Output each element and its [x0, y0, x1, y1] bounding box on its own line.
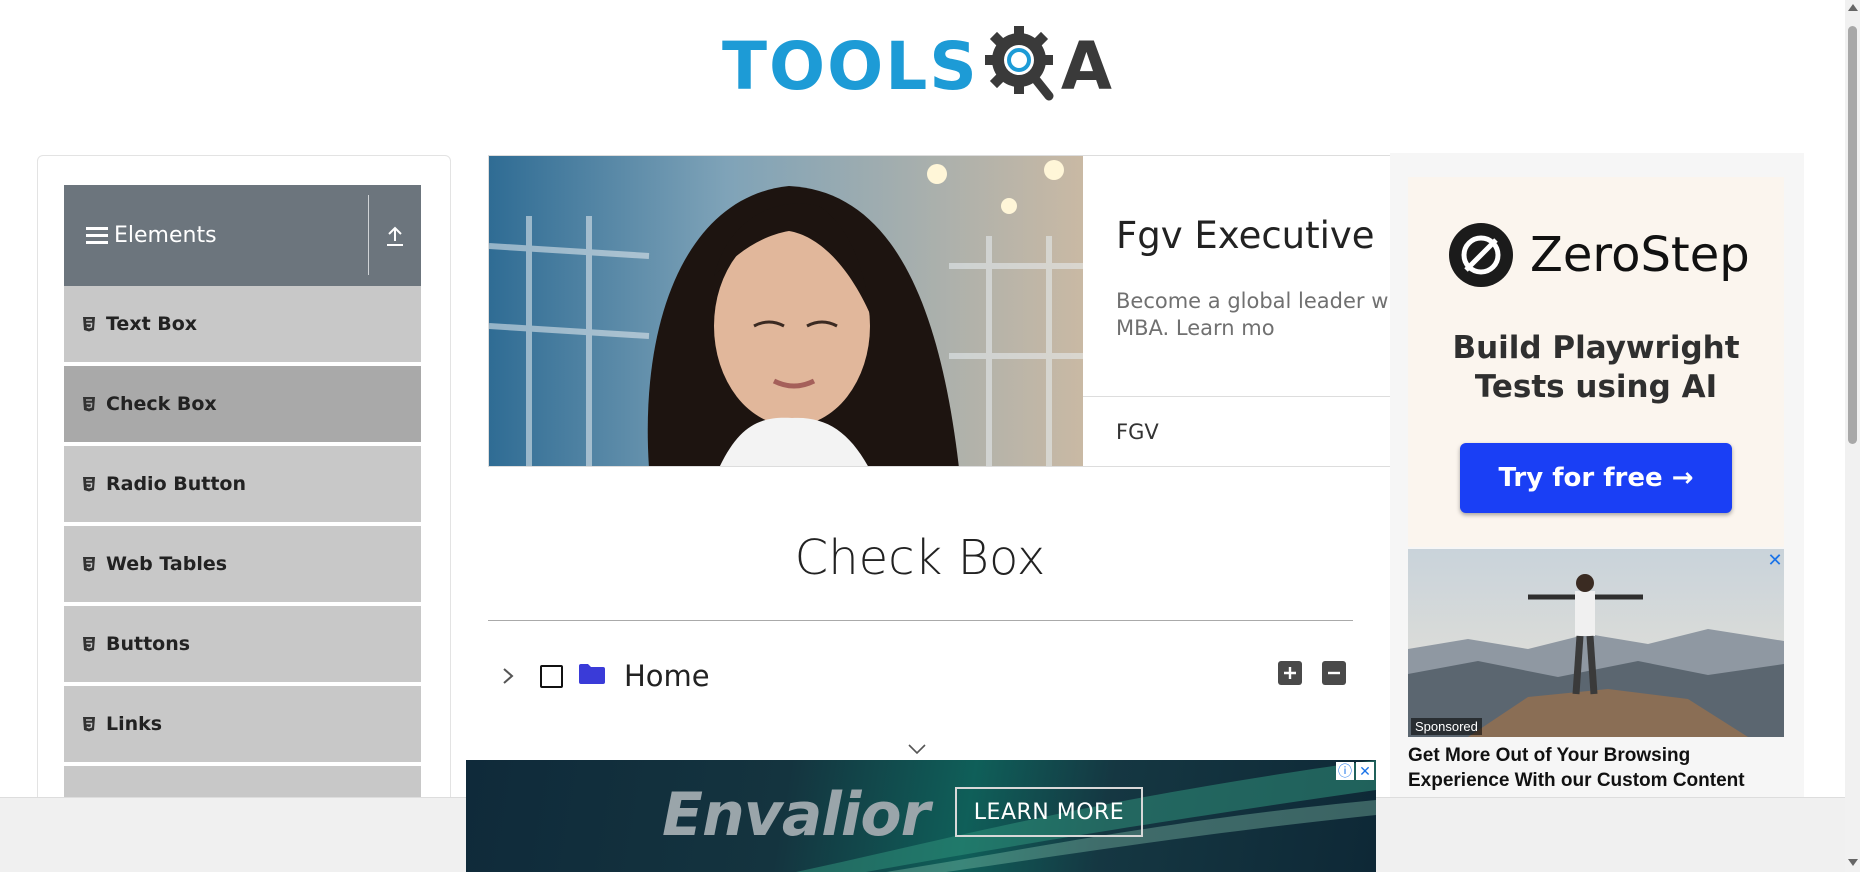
html5-icon [82, 316, 96, 332]
sponsored-image[interactable]: Sponsored [1408, 549, 1784, 737]
ad-tagline: Build Playwright Tests using AI [1452, 330, 1740, 405]
chevron-down-icon[interactable] [907, 742, 927, 760]
sidebar-item-buttons[interactable]: Buttons [64, 606, 421, 684]
ad-headline: Fgv Executive M [1116, 214, 1419, 257]
scroll-thumb[interactable] [1848, 26, 1857, 444]
html5-icon [82, 556, 96, 572]
home-checkbox[interactable] [540, 664, 563, 688]
hamburger-icon [86, 227, 108, 244]
ad-choices[interactable]: ⓘ ✕ [1336, 762, 1374, 780]
scroll-up-arrow-icon[interactable] [1848, 4, 1858, 11]
sponsored-badge: Sponsored [1411, 718, 1482, 735]
plus-icon [1284, 667, 1296, 679]
sidebar-item-label: Web Tables [106, 553, 228, 575]
group-title: Elements [114, 223, 217, 248]
ad-photo-woman [489, 156, 1083, 466]
close-icon[interactable]: ✕ [1764, 549, 1786, 571]
sidebar-item-label: Radio Button [106, 473, 246, 495]
bottom-advertisement[interactable]: Envalior LEARN MORE ⓘ ✕ [466, 760, 1376, 872]
page-scrollbar[interactable] [1845, 0, 1860, 872]
scroll-down-arrow-icon[interactable] [1848, 859, 1858, 866]
close-icon[interactable]: ✕ [1356, 762, 1374, 780]
minus-icon [1328, 671, 1340, 675]
try-for-free-button[interactable]: Try for free → [1460, 443, 1732, 513]
logo-text: TOOLS [722, 27, 979, 105]
toolsqa-logo[interactable]: TOOLS A [722, 18, 1112, 114]
tree-node-home: Home [498, 656, 710, 696]
tree-node-label[interactable]: Home [624, 659, 710, 693]
envalior-brand: Envalior [662, 780, 930, 850]
chevron-right-icon[interactable] [498, 666, 518, 686]
sidebar-item-radio-button[interactable]: Radio Button [64, 446, 421, 524]
zerostep-logo: ZeroStep [1448, 222, 1750, 288]
zerostep-brand: ZeroStep [1530, 227, 1750, 283]
collapse-group-button[interactable] [369, 185, 421, 286]
sidebar-item-links[interactable]: Links [64, 686, 421, 764]
ad-info-icon[interactable]: ⓘ [1336, 762, 1354, 780]
page: TOOLS A Elements Text Box Check Box Radi… [0, 0, 1860, 872]
html5-icon [82, 716, 96, 732]
upload-arrow-icon [387, 226, 403, 246]
sidebar-item-text-box[interactable]: Text Box [64, 286, 421, 364]
folder-icon [578, 663, 606, 690]
ad-brand: FGV [1116, 420, 1159, 444]
collapse-all-button[interactable] [1322, 661, 1346, 685]
logo-suffix: A [1060, 27, 1112, 105]
elements-group-header[interactable]: Elements [64, 185, 421, 286]
sidebar-item-label: Links [106, 713, 163, 735]
divider [488, 620, 1353, 621]
expand-all-button[interactable] [1278, 661, 1302, 685]
sidebar-item-label: Buttons [106, 633, 191, 655]
html5-icon [82, 636, 96, 652]
sidebar-item-check-box[interactable]: Check Box [64, 366, 421, 444]
sidebar-item-label: Check Box [106, 393, 217, 415]
page-title: Check Box [794, 530, 1046, 586]
sidebar-item-web-tables[interactable]: Web Tables [64, 526, 421, 604]
zerostep-logo-icon [1449, 223, 1513, 287]
learn-more-button[interactable]: LEARN MORE [955, 787, 1143, 837]
zerostep-ad-card[interactable]: ZeroStep Build Playwright Tests using AI… [1408, 177, 1784, 547]
right-advertisement[interactable]: ZeroStep Build Playwright Tests using AI… [1390, 153, 1804, 803]
html5-icon [82, 396, 96, 412]
sidebar-item-label: Text Box [106, 313, 198, 335]
gear-magnifier-icon [983, 22, 1061, 111]
sponsored-headline[interactable]: Get More Out of Your Browsing Experience… [1408, 743, 1788, 793]
html5-icon [82, 476, 96, 492]
